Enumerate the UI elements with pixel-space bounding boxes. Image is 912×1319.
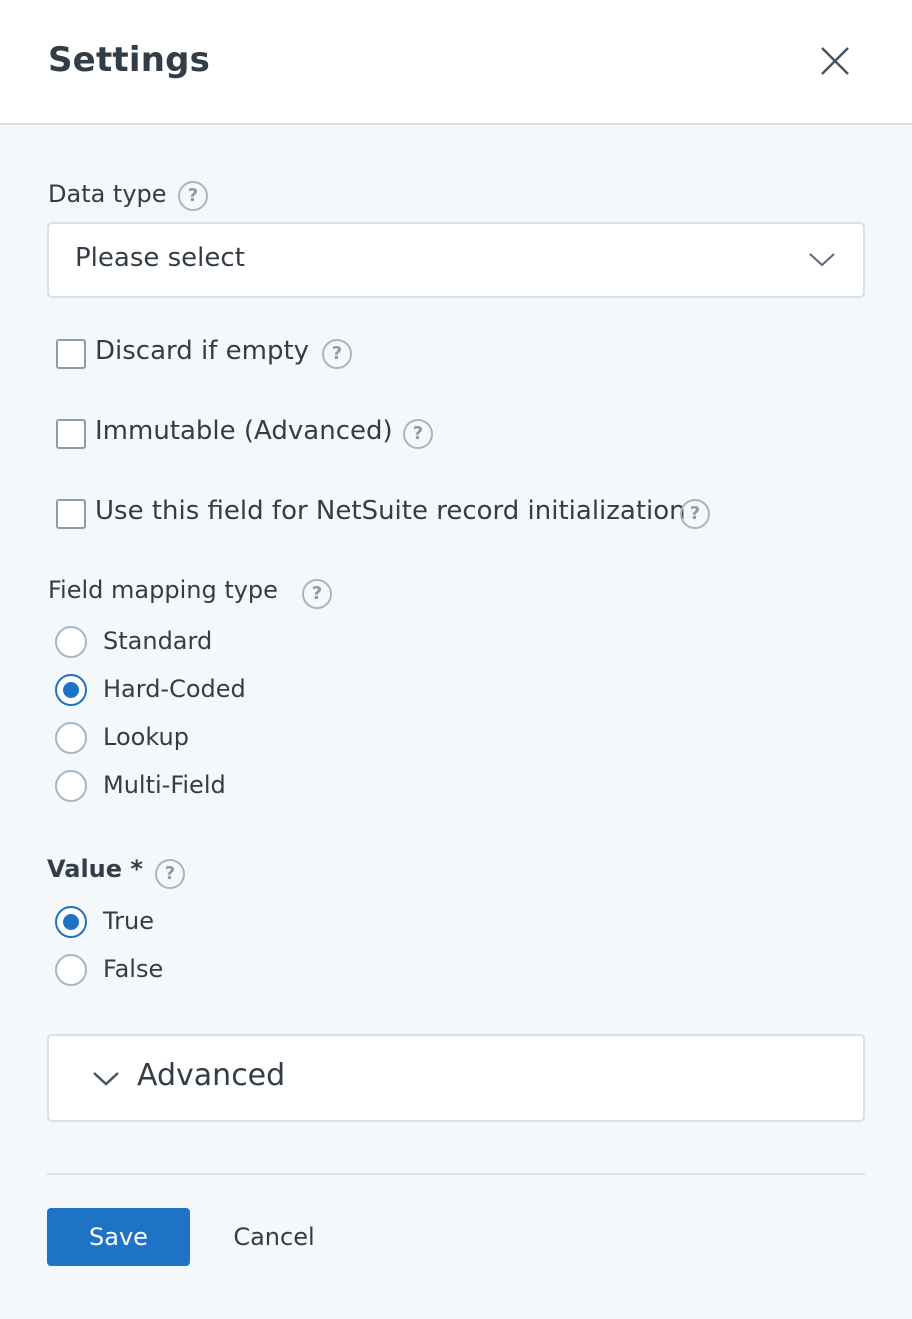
radio-lookup[interactable] <box>55 722 87 754</box>
advanced-section-toggle[interactable]: Advanced <box>47 1034 865 1122</box>
close-icon <box>821 47 849 75</box>
close-button[interactable] <box>816 42 854 80</box>
value-label: Value * <box>47 855 143 883</box>
radio-false-label: False <box>103 955 164 983</box>
cancel-button[interactable]: Cancel <box>214 1208 334 1266</box>
radio-false[interactable] <box>55 954 87 986</box>
radio-multi-field[interactable] <box>55 770 87 802</box>
immutable-checkbox[interactable] <box>56 419 86 449</box>
advanced-label: Advanced <box>137 1058 286 1093</box>
dialog-header: Settings <box>0 0 912 125</box>
discard-if-empty-checkbox[interactable] <box>56 339 86 369</box>
save-button[interactable]: Save <box>47 1208 190 1266</box>
discard-if-empty-label: Discard if empty <box>95 336 310 366</box>
field-mapping-help-icon[interactable]: ? <box>302 579 332 609</box>
immutable-label: Immutable (Advanced) <box>95 416 393 446</box>
field-mapping-type-label: Field mapping type <box>48 576 278 604</box>
data-type-help-icon[interactable]: ? <box>178 181 208 211</box>
netsuite-init-label: Use this field for NetSuite record initi… <box>95 496 686 526</box>
discard-if-empty-help-icon[interactable]: ? <box>322 339 352 369</box>
radio-hard-coded-label: Hard-Coded <box>103 675 246 703</box>
dialog-title: Settings <box>48 40 211 80</box>
radio-true[interactable] <box>55 906 87 938</box>
value-help-icon[interactable]: ? <box>155 859 185 889</box>
footer-divider <box>47 1173 865 1175</box>
radio-standard[interactable] <box>55 626 87 658</box>
immutable-help-icon[interactable]: ? <box>403 419 433 449</box>
radio-multi-field-label: Multi-Field <box>103 771 226 799</box>
chevron-down-icon <box>809 253 835 267</box>
data-type-select[interactable]: Please select <box>47 222 865 298</box>
radio-standard-label: Standard <box>103 627 213 655</box>
netsuite-init-help-icon[interactable]: ? <box>680 499 710 529</box>
data-type-label: Data type <box>48 180 167 208</box>
radio-hard-coded[interactable] <box>55 674 87 706</box>
chevron-down-icon <box>93 1072 119 1086</box>
data-type-select-value: Please select <box>75 243 245 273</box>
netsuite-init-checkbox[interactable] <box>56 499 86 529</box>
radio-true-label: True <box>103 907 154 935</box>
radio-lookup-label: Lookup <box>103 723 189 751</box>
